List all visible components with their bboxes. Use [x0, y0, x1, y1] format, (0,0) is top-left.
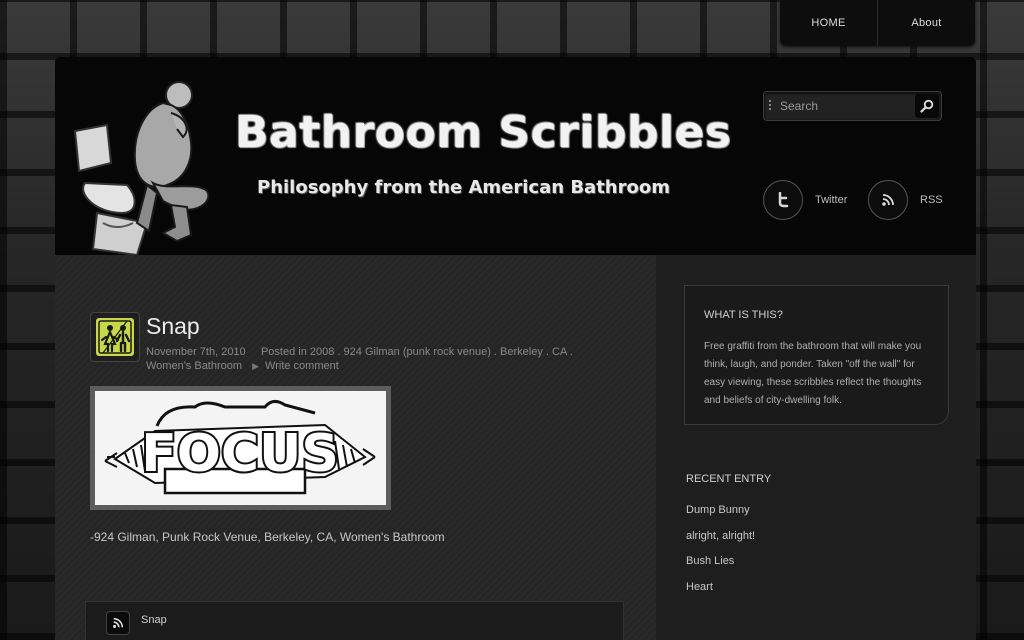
post-category-icon	[90, 312, 140, 362]
post-meta: November 7th, 2010 Posted in 2008 . 924 …	[146, 345, 616, 373]
post-image[interactable]: FOCUS	[90, 386, 391, 510]
site-title[interactable]: Bathroom Scribbles	[235, 107, 732, 158]
site-header: Bathroom Scribbles Philosophy from the A…	[55, 57, 976, 255]
thinker-logo-icon[interactable]	[67, 73, 217, 255]
sidebar: WHAT IS THIS? Free graffiti from the bat…	[656, 255, 976, 640]
search-box	[763, 91, 942, 121]
rss-label[interactable]: RSS	[920, 194, 943, 206]
focus-graffiti-image: FOCUS	[104, 400, 376, 495]
nav-home-link[interactable]: HOME	[780, 0, 877, 46]
twitter-icon[interactable]	[763, 180, 803, 220]
search-button[interactable]	[915, 94, 939, 118]
search-input[interactable]	[778, 96, 912, 116]
post-title[interactable]: Snap	[146, 313, 200, 340]
about-widget: WHAT IS THIS? Free graffiti from the bat…	[684, 285, 949, 425]
site-tagline: Philosophy from the American Bathroom	[257, 177, 670, 198]
write-comment-link[interactable]: Write comment	[265, 360, 339, 372]
recent-entry-link[interactable]: Dump Bunny	[686, 504, 755, 530]
post-footer-bar: Snap	[85, 601, 624, 640]
recent-heading: RECENT ENTRY	[686, 473, 772, 485]
restroom-icon	[96, 318, 134, 356]
rss-glyph-icon	[882, 194, 894, 206]
twitter-label[interactable]: Twitter	[815, 194, 847, 206]
focus-text: FOCUS	[141, 424, 339, 484]
recent-entry-link[interactable]: Heart	[686, 581, 755, 607]
recent-entry-link[interactable]: alright, alright!	[686, 530, 755, 556]
post-date: November 7th, 2010	[146, 346, 246, 358]
top-nav: HOME About	[780, 0, 975, 46]
rss-link[interactable]: RSS	[868, 180, 943, 220]
nav-about-link[interactable]: About	[877, 0, 975, 46]
page-container: Bathroom Scribbles Philosophy from the A…	[55, 57, 976, 640]
main-content: Snap November 7th, 2010 Posted in 2008 .…	[55, 255, 656, 640]
posted-in-label: Posted in	[260, 346, 307, 358]
footer-rss-icon[interactable]	[106, 611, 130, 635]
about-text: Free graffiti from the bathroom that wil…	[704, 341, 922, 406]
magnifier-icon	[920, 99, 934, 113]
recent-list: Dump Bunny alright, alright! Bush Lies H…	[686, 504, 755, 606]
twitter-link[interactable]: Twitter	[763, 180, 847, 220]
comment-arrow-icon: ▶	[252, 361, 260, 371]
recent-entry-link[interactable]: Bush Lies	[686, 555, 755, 581]
twitter-t-icon	[778, 192, 789, 208]
rss-icon[interactable]	[868, 180, 908, 220]
post-body: -924 Gilman, Punk Rock Venue, Berkeley, …	[90, 530, 445, 544]
rss-small-icon	[113, 617, 124, 628]
search-grip-icon	[769, 100, 771, 112]
about-heading: WHAT IS THIS?	[704, 309, 783, 321]
footer-post-label[interactable]: Snap	[141, 614, 167, 626]
